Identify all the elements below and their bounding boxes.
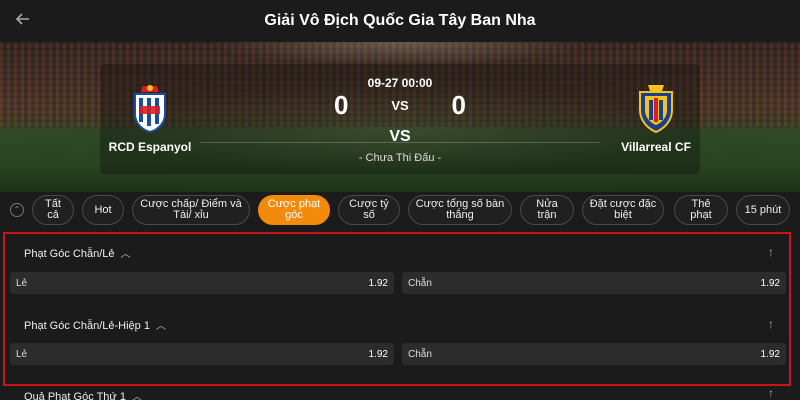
tab-hot[interactable]: Hot	[82, 195, 124, 225]
odd-value: 1.92	[760, 349, 780, 360]
odd-value: 1.92	[368, 349, 388, 360]
market-title: Phạt Góc Chẵn/Lẻ	[24, 248, 115, 260]
vs-label: VS	[389, 128, 411, 145]
arrow-up-icon[interactable]: ↑	[768, 317, 774, 331]
market-header-corner-odd-even-first-half[interactable]: Phạt Góc Chẵn/Lẻ-Hiệp 1 ︿	[24, 317, 166, 332]
match-datetime: 09-27 00:00	[367, 76, 433, 90]
tab-handicap-over-under[interactable]: Cược chấp/ Điểm và Tài/ xỉu	[132, 195, 250, 225]
next-market-header[interactable]: Quả Phạt Góc Thứ 1 ︿ ↑	[0, 386, 800, 400]
next-market: Quả Phạt Góc Thứ 1 ︿	[24, 388, 142, 400]
odd-button[interactable]: Lẻ 1.92	[10, 272, 394, 294]
arrow-up-icon[interactable]: ↑	[768, 386, 774, 400]
chevron-up-icon: ︿	[131, 392, 142, 400]
tab-total-goals[interactable]: Cược tổng số bàn thắng	[408, 195, 512, 225]
page-title: Giải Vô Địch Quốc Gia Tây Ban Nha	[264, 12, 536, 29]
odd-button[interactable]: Chẵn 1.92	[402, 343, 786, 365]
odd-value: 1.92	[368, 278, 388, 289]
arrow-up-icon[interactable]: ↑	[768, 245, 774, 259]
odd-label: Chẵn	[408, 278, 432, 289]
market-header-corner-odd-even[interactable]: Phạt Góc Chẵn/Lẻ ︿	[24, 245, 131, 260]
tab-15-minutes[interactable]: 15 phút	[736, 195, 790, 225]
tab-half-time[interactable]: Nửa trận	[520, 195, 574, 225]
away-score: 0	[451, 90, 466, 120]
odd-button[interactable]: Lẻ 1.92	[10, 343, 394, 365]
odd-value: 1.92	[760, 278, 780, 289]
score-row: 0 VS 0	[320, 90, 480, 120]
market-title: Quả Phạt Góc Thứ 1	[24, 391, 126, 400]
match-status: - Chưa Thi Đấu -	[358, 152, 442, 164]
tab-correct-score[interactable]: Cược tỷ số	[338, 195, 400, 225]
odd-label: Lẻ	[16, 278, 28, 289]
tab-corner-bets[interactable]: Cược phạt góc	[258, 195, 330, 225]
chevron-up-icon: ︿	[155, 321, 166, 332]
tab-special-bets[interactable]: Đặt cược đặc biệt	[582, 195, 664, 225]
odd-label: Chẵn	[408, 349, 432, 360]
collapse-chevron-icon[interactable]: ⌃	[10, 203, 24, 217]
chevron-up-icon: ︿	[120, 249, 131, 260]
tab-cards[interactable]: Thẻ phạt	[674, 195, 728, 225]
market-title: Phạt Góc Chẵn/Lẻ-Hiệp 1	[24, 320, 150, 332]
bet-category-tabs: ⌃ Tất cả Hot Cược chấp/ Điểm và Tài/ xỉu…	[0, 192, 800, 228]
top-bar: Giải Vô Địch Quốc Gia Tây Ban Nha	[0, 0, 800, 42]
odd-label: Lẻ	[16, 349, 28, 360]
tab-all[interactable]: Tất cả	[32, 195, 74, 225]
match-banner: RCD Espanyol Villarreal CF 09-27 00:00 0…	[0, 42, 800, 192]
odd-button[interactable]: Chẵn 1.92	[402, 272, 786, 294]
